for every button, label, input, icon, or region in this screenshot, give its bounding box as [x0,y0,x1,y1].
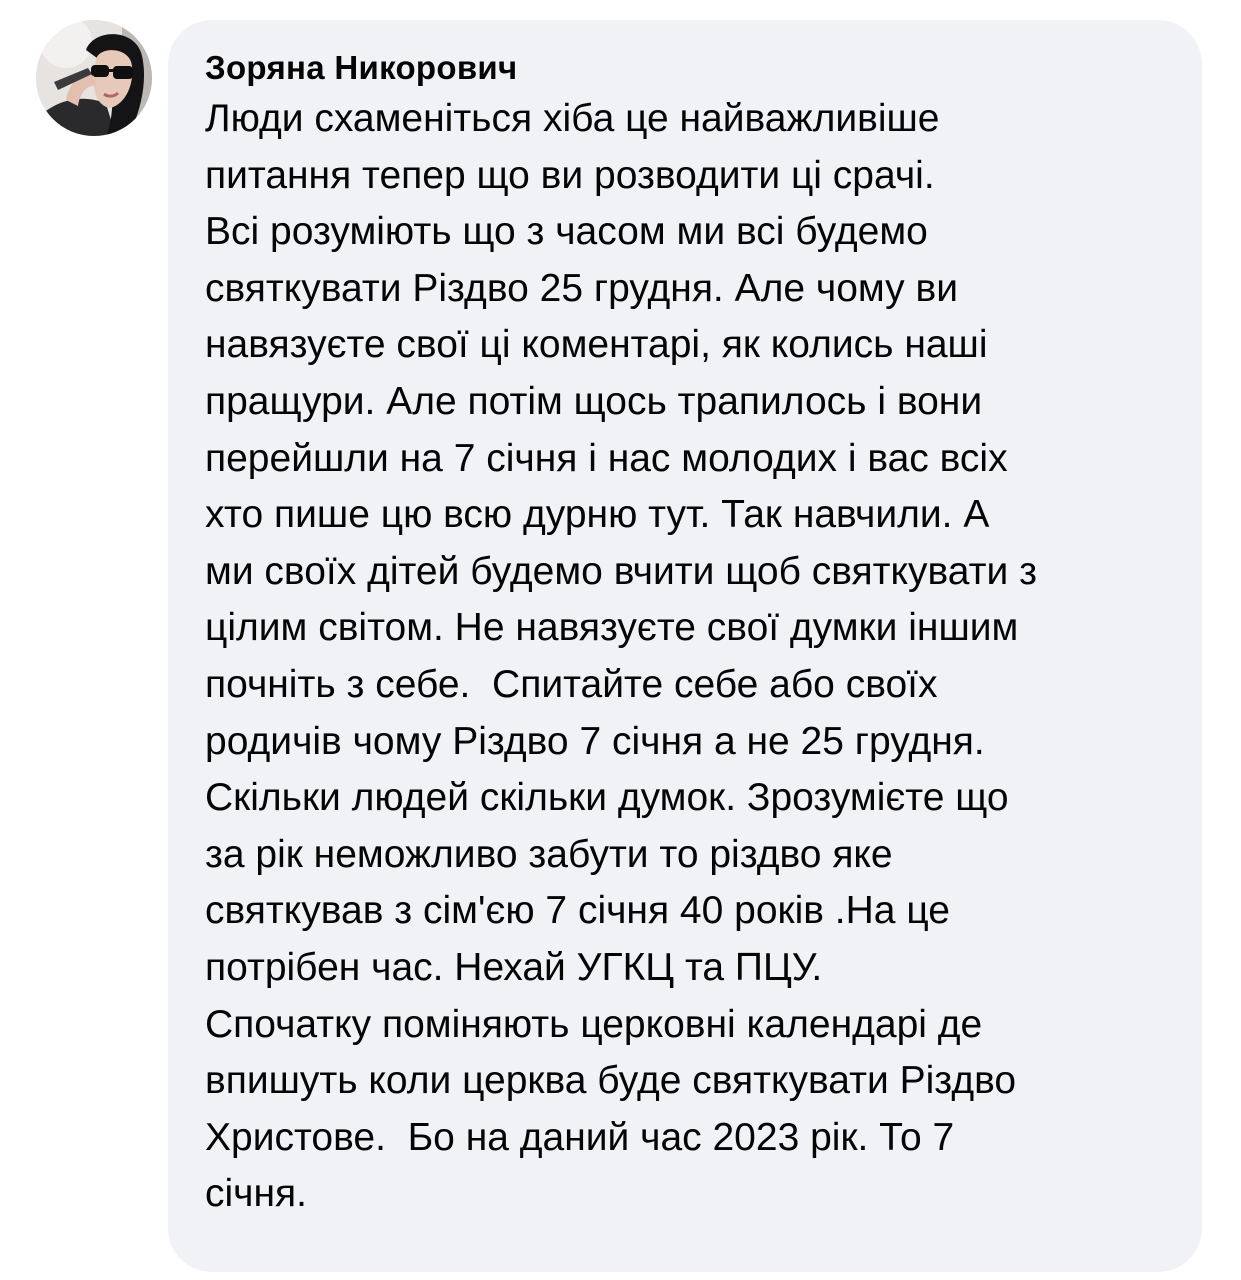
comment-text-line: перейшли на 7 січня і нас молодих і вас … [205,436,1008,480]
comment-text-line: впишуть коли церква буде святкувати Різд… [205,1059,1017,1103]
comment-text-line: потрібен час. Нехай УГКЦ та ПЦУ. [205,945,823,989]
comment-text-line: Всі розуміють що з часом ми всі будемо [205,210,928,254]
comment-text-line: питання тепер що ви розводити ці срачі. [205,153,935,197]
comment-text-line: Скільки людей скільки думок. Зрозумієте … [205,776,1009,820]
comment-text-line: січня. [205,1172,307,1216]
comment-text-line: святкував з сім'єю 7 січня 40 років .На … [205,889,950,933]
comment: Зоряна Никорович Люди схаменіться хіба ц… [0,0,1241,1280]
avatar-photo-icon [36,20,152,136]
comment-text-line: цілим світом. Не навязуєте свої думки ін… [205,606,1019,650]
comment-text-line: Спочатку поміняють церковні календарі де [205,1002,983,1046]
comment-text-line: за рік неможливо забути то різдво яке [205,832,893,876]
comment-text-line: Люди схаменіться хіба це найважливіше [205,97,940,140]
comment-text-line: почніть з себе. Спитайте себе або своїх [205,662,938,706]
author-avatar[interactable] [36,20,152,136]
comment-text-line: Христове. Бо на даний час 2023 рік. То 7 [205,1115,955,1159]
comment-text-line: ми своїх дітей будемо вчити щоб святкува… [205,549,1038,593]
comment-text: Люди схаменіться хіба це найважливіше пи… [205,91,1182,1223]
comment-text-line: родичів чому Різдво 7 січня а не 25 груд… [205,719,985,763]
comment-text-line: хто пише цю всю дурню тут. Так навчили. … [205,493,990,537]
comment-text-line: пращури. Але потім щось трапилось і вони [205,379,983,423]
comment-bubble: Зоряна Никорович Люди схаменіться хіба ц… [168,20,1202,1272]
comment-text-line: навязуєте свої ці коментарі, як колись н… [205,323,988,367]
author-name-link[interactable]: Зоряна Никорович [205,45,1182,91]
comment-text-line: святкувати Різдво 25 грудня. Але чому ви [205,266,958,310]
